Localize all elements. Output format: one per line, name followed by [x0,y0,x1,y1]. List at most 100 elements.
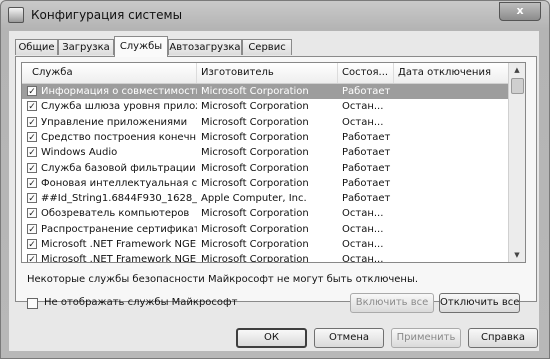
close-icon: x [516,4,524,17]
service-manufacturer: Microsoft Corporation [201,162,309,174]
service-status: Работает [342,177,391,189]
service-manufacturer: Microsoft Corporation [201,239,309,250]
table-row[interactable]: ✓ Распространение сертификата Microsoft Co… [22,222,510,237]
help-button[interactable]: Справка [468,328,538,348]
dialog-client: Общие Загрузка Службы Автозагрузка Серви… [9,31,539,351]
scroll-thumb[interactable] [511,78,524,94]
table-row[interactable]: ✓ ##Id_String1.6844F930_1628_... Apple Com… [22,191,510,206]
service-checkbox[interactable]: ✓ [27,86,37,97]
service-status: Работает [342,131,391,143]
service-checkbox[interactable]: ✓ [27,254,37,262]
service-status: Работает [342,193,391,205]
table-row[interactable]: ✓ Информация о совместимости ... Microsoft… [22,84,510,99]
hide-ms-services-label: Не отображать службы Майкрософт [44,297,238,308]
service-status: Работает [342,162,391,174]
table-row[interactable]: ✓ Фоновая интеллектуальная с... Microsoft … [22,176,510,191]
service-status: Работает [342,86,391,97]
table-row[interactable]: ✓ Microsoft .NET Framework NGEN... Microso… [22,237,510,252]
app-icon [8,7,24,23]
service-status: Остан... [342,254,384,263]
service-checkbox[interactable]: ✓ [27,239,37,250]
service-name: Microsoft .NET Framework NGEN... [41,254,197,263]
service-manufacturer: Microsoft Corporation [201,147,309,159]
service-checkbox[interactable]: ✓ [27,223,37,235]
tab-services[interactable]: Службы [114,36,168,57]
service-status: Работает [342,147,391,159]
services-list[interactable]: Служба Изготовитель Состоя... Дата отклю… [21,62,526,263]
table-row[interactable]: ✓ Microsoft .NET Framework NGEN... Microso… [22,252,510,263]
enable-all-button[interactable]: Включить все [350,293,434,313]
service-checkbox[interactable]: ✓ [27,147,37,158]
service-checkbox[interactable]: ✓ [27,116,37,128]
tab-general[interactable]: Общие [15,39,58,55]
column-header-disabled-date[interactable]: Дата отключения [394,63,510,83]
service-disabled-date [398,176,508,191]
service-disabled-date [398,130,508,145]
service-name: Распространение сертификата [41,223,197,235]
service-disabled-date [398,99,508,114]
service-name: Управление приложениями [41,116,188,128]
table-row[interactable]: ✓ Средство построения конечн... Microsoft … [22,130,510,145]
service-checkbox[interactable]: ✓ [27,131,37,143]
service-name: Фоновая интеллектуальная с... [41,177,197,189]
table-row[interactable]: ✓ Служба шлюза уровня прилож... Microsoft … [22,99,510,114]
service-manufacturer: Microsoft Corporation [201,86,309,97]
service-name: ##Id_String1.6844F930_1628_... [41,193,197,205]
column-header-manufacturer[interactable]: Изготовитель [197,63,338,83]
service-status: Остан... [342,223,384,235]
service-manufacturer: Apple Computer, Inc. [201,193,307,205]
service-manufacturer: Microsoft Corporation [201,101,309,113]
service-disabled-date [398,161,508,176]
service-manufacturer: Microsoft Corporation [201,131,309,143]
tab-boot[interactable]: Загрузка [58,39,114,55]
ok-button[interactable]: ОК [236,328,307,348]
service-disabled-date [398,237,508,252]
close-button[interactable]: x [499,2,541,21]
hide-ms-services-checkbox[interactable] [27,298,38,309]
service-checkbox[interactable]: ✓ [27,208,37,219]
service-disabled-date [398,252,508,262]
service-manufacturer: Microsoft Corporation [201,116,309,128]
service-status: Остан... [342,101,384,113]
vertical-scrollbar[interactable]: ▲ ▼ [508,63,525,262]
service-manufacturer: Microsoft Corporation [201,177,309,189]
service-status: Остан... [342,239,384,250]
service-checkbox[interactable]: ✓ [27,162,37,174]
scroll-down-icon[interactable]: ▼ [510,248,524,262]
service-checkbox[interactable]: ✓ [27,193,37,204]
column-header-status[interactable]: Состоя... [338,63,394,83]
window-title: Конфигурация системы [31,8,183,22]
list-header: Служба Изготовитель Состоя... Дата отклю… [22,63,510,84]
service-manufacturer: Microsoft Corporation [201,254,309,263]
table-row[interactable]: ✓ Обозреватель компьютеров Microsoft Corpo… [22,206,510,221]
tab-tools[interactable]: Сервис [242,39,292,55]
disable-all-button[interactable]: Отключить все [439,293,520,313]
service-status: Остан... [342,116,384,128]
table-row[interactable]: ✓ Управление приложениями Microsoft Corpor… [22,115,510,130]
table-row[interactable]: ✓ Служба базовой фильтрации Microsoft Corp… [22,161,510,176]
service-name: Служба шлюза уровня прилож... [41,101,197,113]
service-checkbox[interactable]: ✓ [27,101,37,112]
table-row[interactable]: ✓ Windows Audio Microsoft Corporation Работ… [22,145,510,160]
security-note: Некоторые службы безопасности Майкрософт… [27,274,419,285]
service-name: Средство построения конечн... [41,131,197,143]
system-config-window: Конфигурация системы x Общие Загрузка Сл… [0,0,550,359]
service-name: Обозреватель компьютеров [41,208,190,220]
service-name: Microsoft .NET Framework NGEN... [41,239,197,250]
service-status: Остан... [342,208,384,220]
cancel-button[interactable]: Отмена [314,328,384,348]
scroll-up-icon[interactable]: ▲ [510,63,524,77]
service-disabled-date [398,84,508,99]
service-manufacturer: Microsoft Corporation [201,208,309,220]
service-disabled-date [398,145,508,160]
apply-button[interactable]: Применить [391,328,461,348]
tab-startup[interactable]: Автозагрузка [168,39,242,55]
service-checkbox[interactable]: ✓ [27,177,37,189]
service-name: Информация о совместимости ... [41,86,197,97]
column-header-service[interactable]: Служба [22,63,197,83]
service-manufacturer: Microsoft Corporation [201,223,309,235]
title-bar[interactable]: Конфигурация системы x [1,1,549,29]
service-disabled-date [398,191,508,206]
service-disabled-date [398,115,508,130]
service-name: Служба базовой фильтрации [41,162,196,174]
